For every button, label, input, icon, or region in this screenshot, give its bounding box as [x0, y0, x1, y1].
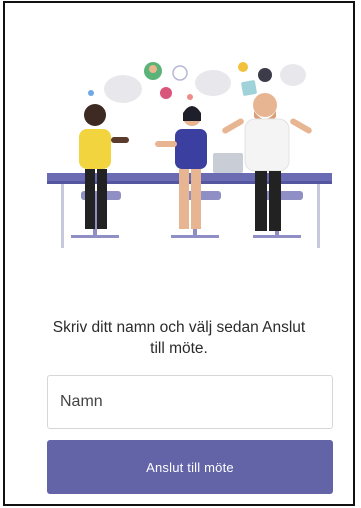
name-input[interactable]	[47, 375, 333, 429]
join-meeting-screen: Skriv ditt namn och välj sedan Anslut ti…	[3, 1, 355, 506]
speech-bubble-mid	[195, 70, 231, 96]
person-middle	[155, 106, 207, 229]
speech-bubble-left	[104, 75, 142, 103]
smile-emoji-icon	[238, 62, 248, 72]
thumbs-up-icon	[172, 65, 188, 81]
meeting-illustration	[47, 62, 332, 248]
person-right	[213, 93, 312, 231]
join-meeting-button[interactable]: Anslut till möte	[47, 440, 333, 494]
sticker-icon	[241, 80, 257, 96]
person-left	[79, 104, 129, 229]
speech-bubble-right	[280, 64, 306, 86]
join-instructions: Skriv ditt namn och välj sedan Anslut ti…	[5, 317, 353, 359]
instructions-line-2: till möte.	[150, 340, 208, 357]
heart-icon	[160, 87, 172, 99]
instructions-line-1: Skriv ditt namn och välj sedan Anslut	[52, 319, 306, 336]
avatar-reaction-icon-2	[258, 68, 272, 82]
